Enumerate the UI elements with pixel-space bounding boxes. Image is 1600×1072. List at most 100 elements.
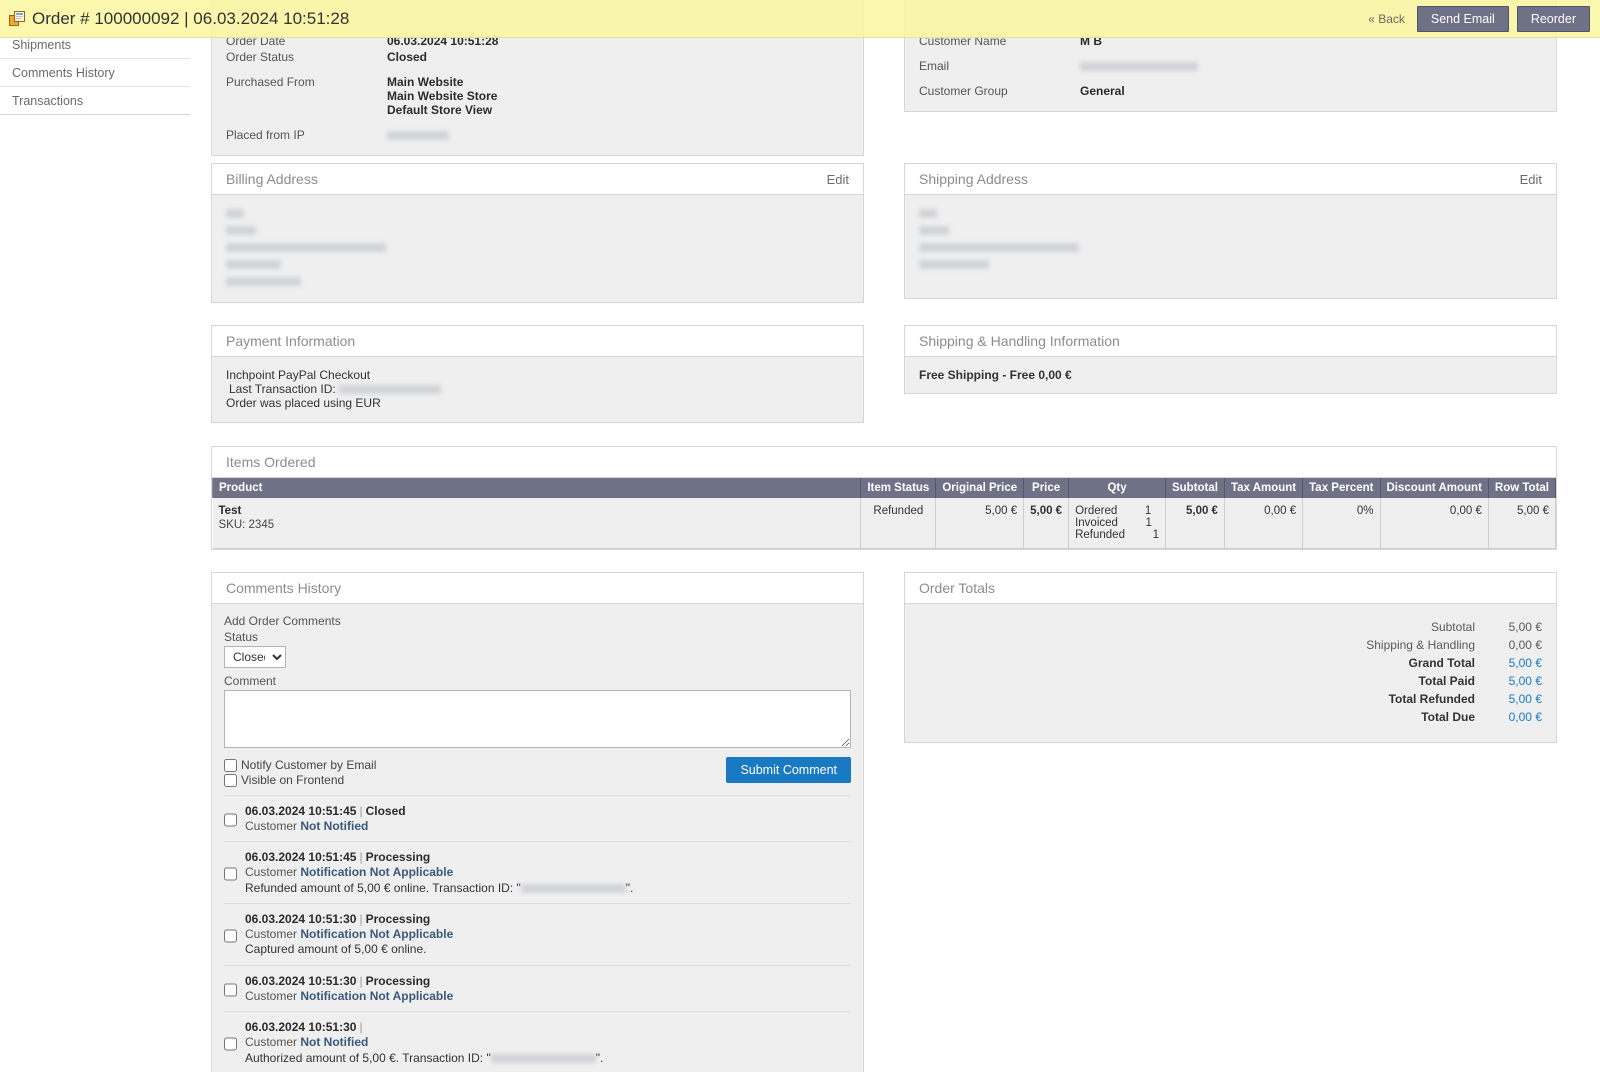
total-value: 0,00 € bbox=[1508, 638, 1542, 652]
page-title: Order # 100000092 | 06.03.2024 10:51:28 bbox=[9, 9, 349, 29]
back-link[interactable]: « Back bbox=[1368, 12, 1409, 26]
address-line bbox=[226, 223, 849, 237]
notify-customer-checkbox[interactable] bbox=[224, 758, 237, 772]
note-separator: | bbox=[359, 1020, 363, 1035]
panel-title: Items Ordered bbox=[226, 453, 316, 470]
note-text: Captured amount of 5,00 € online. bbox=[245, 942, 427, 957]
note-date: 06.03.2024 10:51:30 bbox=[245, 974, 357, 988]
qty-label: Invoiced bbox=[1075, 517, 1118, 529]
qty-breakdown: Ordered 1 Invoiced 1 Refunded 1 bbox=[1075, 505, 1159, 541]
items-ordered-panel: Items Ordered Product Item Status Origin… bbox=[211, 446, 1557, 550]
visible-frontend-checkbox[interactable] bbox=[224, 773, 237, 787]
note-text: Authorized amount of 5,00 €. Transaction… bbox=[245, 1050, 604, 1065]
comments-history-col: Comments History Add Order Comments Stat… bbox=[211, 572, 864, 1072]
product-name: Test bbox=[218, 505, 242, 517]
note-body: 06.03.2024 10:51:30 | Customer Not Notifie… bbox=[245, 1020, 603, 1065]
panel-title: Shipping Address bbox=[919, 170, 1028, 187]
cell-item-status: Refunded bbox=[860, 498, 937, 549]
shipping-handling-header: Shipping & Handling Information bbox=[905, 326, 1556, 357]
cell-qty: Ordered 1 Invoiced 1 Refunded 1 bbox=[1068, 498, 1166, 549]
comment-note: 06.03.2024 10:51:45 | Closed Customer Not N… bbox=[224, 795, 851, 841]
col-price: Price bbox=[1023, 478, 1070, 498]
status-select[interactable]: ClosedProcessingCompletePending bbox=[224, 646, 286, 668]
col-row-total: Row Total bbox=[1487, 478, 1557, 498]
table-row: Test SKU: 2345 Refunded 5,00 €5,00 € Ordered… bbox=[212, 498, 1557, 549]
addresses-row: Billing Address Edit Shipping Address Ed… bbox=[211, 163, 1571, 303]
total-label: Grand Total bbox=[1408, 656, 1475, 670]
reorder-button[interactable]: Reorder bbox=[1516, 5, 1590, 32]
payment-currency-note: Order was placed using EUR bbox=[226, 396, 381, 410]
note-notification: Customer Notification Not Applicable bbox=[245, 864, 454, 879]
note-separator: | bbox=[359, 974, 363, 988]
edit-shipping-address-link[interactable]: Edit bbox=[1520, 164, 1542, 195]
comment-note: 06.03.2024 10:51:30 | Processing Customer N… bbox=[224, 965, 851, 1011]
comment-input[interactable] bbox=[224, 690, 851, 748]
order-icon bbox=[9, 11, 25, 26]
total-row: Grand Total 5,00 € bbox=[919, 654, 1542, 672]
shipping-address-header: Shipping Address Edit bbox=[905, 164, 1556, 195]
address-line bbox=[226, 274, 849, 288]
tab-label: Transactions bbox=[12, 94, 84, 108]
note-separator: | bbox=[359, 804, 363, 818]
qty-value: 1 bbox=[1144, 505, 1152, 517]
items-table-body: Test SKU: 2345 Refunded 5,00 €5,00 € Ordered… bbox=[212, 498, 1557, 549]
header-actions: « Back Send Email Reorder bbox=[1368, 5, 1590, 32]
tab-label: Comments History bbox=[12, 66, 115, 80]
billing-address-panel: Billing Address Edit bbox=[211, 163, 864, 303]
billing-address-col: Billing Address Edit bbox=[211, 163, 864, 303]
qty-line: Ordered 1 bbox=[1075, 505, 1159, 517]
payment-information-col: Payment Information Inchpoint PayPal Che… bbox=[211, 325, 864, 423]
note-text-redacted bbox=[520, 883, 626, 893]
cell-subtotal: 5,00 € bbox=[1165, 498, 1225, 549]
note-checkbox[interactable] bbox=[224, 915, 237, 957]
col-tax-percent: Tax Percent bbox=[1302, 478, 1381, 498]
shipping-address-col: Shipping Address Edit bbox=[904, 163, 1557, 303]
note-header-line: 06.03.2024 10:51:30 | bbox=[245, 1020, 603, 1035]
comments-totals-row: Comments History Add Order Comments Stat… bbox=[211, 572, 1571, 1072]
address-line bbox=[919, 223, 1542, 237]
comments-history-body: Add Order Comments Status ClosedProcessi… bbox=[212, 604, 863, 1072]
cell-tax-percent: 0% bbox=[1302, 498, 1381, 549]
shipping-address-body bbox=[905, 195, 1556, 298]
billing-address-body bbox=[212, 195, 863, 302]
billing-address-header: Billing Address Edit bbox=[212, 164, 863, 195]
panel-title: Payment Information bbox=[226, 332, 356, 349]
visible-frontend-label[interactable]: Visible on Frontend bbox=[241, 773, 344, 787]
order-view-page: Order Date 06.03.2024 10:51:28 Order Statu… bbox=[0, 0, 1600, 1072]
edit-billing-address-link[interactable]: Edit bbox=[827, 164, 849, 195]
qty-line: Refunded 1 bbox=[1075, 529, 1159, 541]
note-separator: | bbox=[359, 850, 363, 865]
note-notification: Customer Not Notified bbox=[245, 1034, 369, 1049]
qty-label: Refunded bbox=[1075, 529, 1125, 541]
notify-customer-label[interactable]: Notify Customer by Email bbox=[241, 758, 376, 772]
comment-label: Comment bbox=[224, 674, 277, 688]
send-email-button[interactable]: Send Email bbox=[1416, 5, 1509, 32]
col-item-status: Item Status bbox=[860, 478, 937, 498]
note-date: 06.03.2024 10:51:45 bbox=[245, 804, 357, 818]
items-table-header-row: Product Item Status Original Price Price… bbox=[211, 478, 1557, 498]
sidebar-item-transactions[interactable]: Transactions bbox=[0, 87, 190, 115]
panel-title: Shipping & Handling Information bbox=[919, 332, 1120, 349]
note-checkbox[interactable] bbox=[224, 1023, 237, 1066]
order-content: Billing Address Edit Shipping Address Ed… bbox=[211, 0, 1571, 1072]
items-ordered-header: Items Ordered bbox=[212, 447, 1556, 478]
note-checkbox[interactable] bbox=[224, 977, 237, 1004]
payment-shipping-row: Payment Information Inchpoint PayPal Che… bbox=[211, 325, 1571, 423]
note-checkbox[interactable] bbox=[224, 853, 237, 896]
cell-discount-amount: 0,00 € bbox=[1380, 498, 1489, 549]
note-notification-status: Notification Not Applicable bbox=[300, 988, 454, 1003]
cell-row-total: 5,00 € bbox=[1488, 498, 1557, 549]
total-value: 5,00 € bbox=[1508, 692, 1542, 706]
note-status: Processing bbox=[365, 974, 431, 988]
note-separator: | bbox=[359, 912, 363, 927]
order-totals-panel: Order Totals Subtotal 5,00 € Shipping & Ha… bbox=[904, 572, 1557, 743]
note-checkbox[interactable] bbox=[224, 807, 237, 834]
note-notification-status: Notification Not Applicable bbox=[300, 864, 454, 879]
total-value: 5,00 € bbox=[1508, 620, 1542, 634]
note-header-line: 06.03.2024 10:51:45 | Processing bbox=[245, 850, 633, 865]
col-qty: Qty bbox=[1068, 478, 1166, 498]
shipping-handling-panel: Shipping & Handling Information Free Shi… bbox=[904, 325, 1557, 394]
qty-value: 1 bbox=[1145, 517, 1152, 529]
submit-comment-button[interactable]: Submit Comment bbox=[726, 757, 851, 783]
sidebar-item-comments-history[interactable]: Comments History bbox=[0, 59, 190, 87]
